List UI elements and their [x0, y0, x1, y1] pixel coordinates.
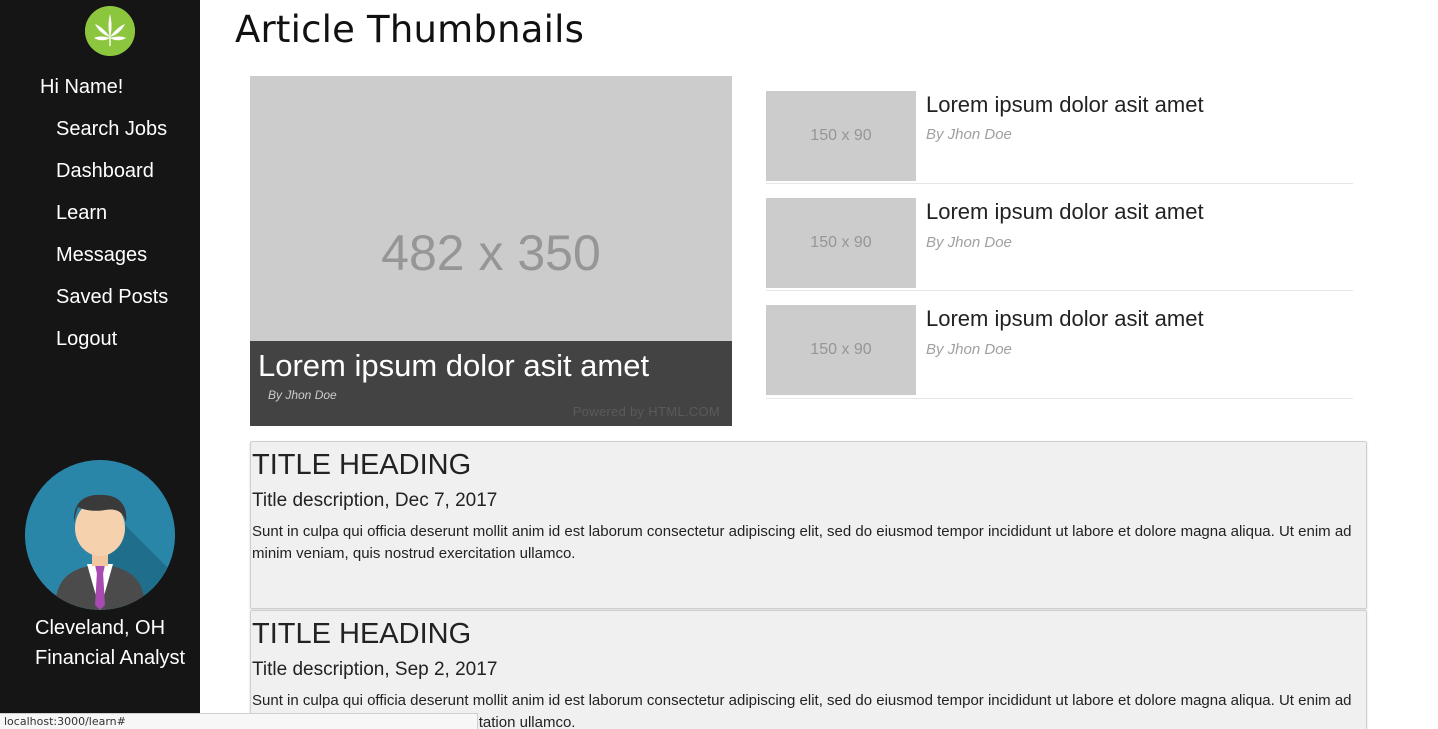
user-job-title: Financial Analyst: [35, 647, 186, 669]
side-article-author: By Jhon Doe: [926, 341, 1012, 358]
thumbnail-placeholder: 150 x 90: [766, 305, 916, 395]
post-description: Title description, Dec 7, 2017: [252, 490, 498, 511]
featured-caption: Lorem ipsum dolor asit amet By Jhon Doe …: [250, 341, 732, 426]
post-card[interactable]: TITLE HEADING Title description, Sep 2, …: [250, 610, 1367, 729]
thumbnail-placeholder: 150 x 90: [766, 91, 916, 181]
post-body: Sunt in culpa qui officia deserunt molli…: [252, 523, 1352, 562]
nav-messages[interactable]: Messages: [56, 243, 168, 285]
cannabis-leaf-icon[interactable]: [85, 6, 135, 56]
nav-learn[interactable]: Learn: [56, 201, 168, 243]
thumbnail-placeholder: 150 x 90: [766, 197, 916, 288]
user-location: Cleveland, OH: [35, 617, 166, 639]
page-title: Article Thumbnails: [235, 8, 585, 51]
nav-logout[interactable]: Logout: [56, 327, 168, 369]
side-article-author: By Jhon Doe: [926, 126, 1012, 143]
side-article[interactable]: 150 x 90 Lorem ipsum dolor asit amet By …: [766, 184, 1353, 291]
sidebar: Hi Name! Search Jobs Dashboard Learn Mes…: [0, 0, 200, 729]
sidebar-nav: Search Jobs Dashboard Learn Messages Sav…: [56, 117, 168, 369]
featured-author: By Jhon Doe: [268, 388, 337, 402]
side-article[interactable]: 150 x 90 Lorem ipsum dolor asit amet By …: [766, 291, 1353, 399]
featured-title[interactable]: Lorem ipsum dolor asit amet: [258, 348, 649, 384]
nav-search-jobs[interactable]: Search Jobs: [56, 117, 168, 159]
post-description: Title description, Sep 2, 2017: [252, 659, 498, 680]
greeting: Hi Name!: [40, 76, 124, 98]
side-article[interactable]: 150 x 90 Lorem ipsum dolor asit amet By …: [766, 76, 1353, 184]
side-article-title[interactable]: Lorem ipsum dolor asit amet: [926, 199, 1204, 225]
side-article-author: By Jhon Doe: [926, 233, 1012, 251]
user-info: Cleveland, OH Financial Analyst: [35, 613, 185, 673]
post-heading: TITLE HEADING: [252, 618, 472, 650]
browser-status-url: localhost:3000/learn#: [0, 713, 478, 729]
featured-article[interactable]: 482 x 350 Lorem ipsum dolor asit amet By…: [250, 76, 732, 426]
user-avatar-icon: [25, 460, 175, 610]
nav-saved-posts[interactable]: Saved Posts: [56, 285, 168, 327]
side-article-list: 150 x 90 Lorem ipsum dolor asit amet By …: [766, 76, 1353, 399]
nav-dashboard[interactable]: Dashboard: [56, 159, 168, 201]
powered-by-link[interactable]: Powered by HTML.COM: [573, 404, 720, 419]
side-article-title[interactable]: Lorem ipsum dolor asit amet: [926, 306, 1204, 332]
side-article-title[interactable]: Lorem ipsum dolor asit amet: [926, 92, 1204, 118]
post-card[interactable]: TITLE HEADING Title description, Dec 7, …: [250, 441, 1367, 609]
post-heading: TITLE HEADING: [252, 449, 472, 481]
